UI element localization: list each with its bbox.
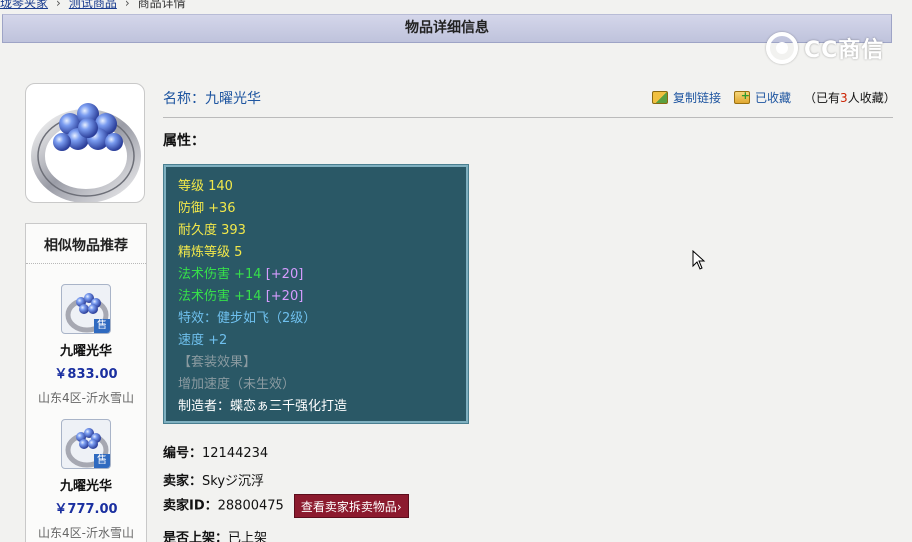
seller-label: 卖家： (163, 474, 203, 489)
similar-item[interactable]: 售 九曜光华 ￥833.00 山东4区-沂水雪山 (26, 284, 146, 406)
similar-item[interactable]: 售 九曜光华 ￥777.00 山东4区-沂水雪山 (26, 419, 146, 541)
breadcrumb-link-home[interactable]: 珑琴夹家 (0, 0, 48, 10)
serial-label: 编号： (163, 446, 203, 461)
favorite-folder-icon (734, 89, 751, 104)
breadcrumb-separator: › (56, 0, 61, 10)
similar-item-price: ￥777.00 (54, 502, 118, 517)
breadcrumb-current: 商品详情 (137, 0, 186, 10)
attribute-bonus: [+20] (265, 289, 304, 304)
copy-link-label: 复制链接 (673, 91, 722, 105)
similar-items-title: 相似物品推荐 (26, 224, 146, 264)
favorite-count-suffix: 人收藏） (847, 91, 896, 105)
attribute-bonus: [+20] (265, 267, 304, 282)
seller-value: Skyジ沉浮 (202, 474, 265, 489)
page-title: 物品详细信息 (2, 14, 892, 43)
listed-label: 是否上架： (163, 531, 229, 542)
mouse-cursor-icon (692, 250, 706, 270)
serial-value: 12144234 (202, 446, 269, 461)
listed-value: 已上架 (228, 531, 268, 542)
attributes-label: 属性： (163, 133, 205, 149)
attribute-line: 制造者：蝶恋ぁ三千强化打造 (178, 399, 348, 414)
similar-items-panel: 相似物品推荐 售 九曜光华 ￥833.00 山东4区-沂水雪山 售 九曜光华 ￥… (25, 223, 147, 542)
item-name-label: 名称： (163, 91, 205, 107)
favorite-button[interactable]: 已收藏 (734, 89, 791, 106)
attributes-panel: 等级 140 防御 +36 耐久度 393 精炼等级 5 法术伤害 +14 [+… (163, 164, 469, 424)
attribute-line: 防御 +36 (178, 201, 236, 216)
attribute-line: 速度 +2 (178, 333, 228, 348)
similar-item-name[interactable]: 九曜光华 (26, 340, 146, 359)
copy-link-icon (652, 91, 668, 104)
similar-item-name[interactable]: 九曜光华 (26, 475, 146, 494)
divider (163, 117, 893, 118)
similar-item-thumbnail[interactable]: 售 (61, 284, 111, 334)
view-seller-items-button[interactable]: 查看卖家拆卖物品› (293, 494, 409, 518)
watermark-text: CC商信 (804, 38, 885, 63)
item-name-row: 名称：九曜光华 (163, 88, 261, 108)
attribute-line: 增加速度（未生效） (178, 377, 296, 392)
item-image (25, 83, 145, 203)
seller-id-label: 卖家ID： (163, 498, 218, 514)
watermark-logo: CC商信 (766, 30, 884, 66)
seller-id-value: 28800475 (217, 498, 284, 514)
similar-item-server: 山东4区-沂水雪山 (38, 526, 134, 540)
ring-icon (31, 103, 141, 202)
copy-link-button[interactable]: 复制链接 (652, 89, 721, 106)
attribute-line: 等级 140 (178, 179, 233, 194)
similar-item-server: 山东4区-沂水雪山 (38, 391, 134, 405)
favorite-label: 已收藏 (755, 91, 792, 105)
attribute-line: 法术伤害 +14 [+20] (178, 264, 466, 286)
serial-row: 编号：12144234 (163, 442, 268, 461)
breadcrumb: 珑琴夹家 › 测试商品 › 商品详情 (0, 0, 186, 10)
attribute-line: 特效：健步如飞（2级） (178, 311, 317, 326)
favorite-count-number: 3 (840, 91, 848, 105)
listed-row: 是否上架：已上架 (163, 527, 267, 542)
attribute-line: 法术伤害 +14 [+20] (178, 286, 466, 308)
watermark-icon (766, 32, 798, 64)
seller-id-row: 卖家ID：28800475 查看卖家拆卖物品› (163, 494, 409, 518)
similar-item-thumbnail[interactable]: 售 (61, 419, 111, 469)
for-sale-badge: 售 (94, 454, 110, 468)
favorite-count-prefix: （已有 (804, 91, 841, 105)
seller-row: 卖家：Skyジ沉浮 (163, 470, 264, 489)
for-sale-badge: 售 (94, 319, 110, 333)
attribute-line: 耐久度 393 (178, 223, 246, 238)
breadcrumb-link-category[interactable]: 测试商品 (69, 0, 117, 10)
attribute-line: 精炼等级 5 (178, 245, 243, 260)
attribute-line: 【套装效果】 (178, 355, 257, 370)
item-actions: 复制链接 已收藏 （已有3人收藏） (652, 89, 896, 106)
attribute-text: 法术伤害 +14 (178, 267, 266, 282)
item-name: 九曜光华 (205, 91, 261, 107)
breadcrumb-separator: › (124, 0, 130, 10)
attribute-text: 法术伤害 +14 (178, 289, 266, 304)
similar-item-price: ￥833.00 (54, 367, 118, 382)
favorite-count: （已有3人收藏） (804, 89, 896, 106)
